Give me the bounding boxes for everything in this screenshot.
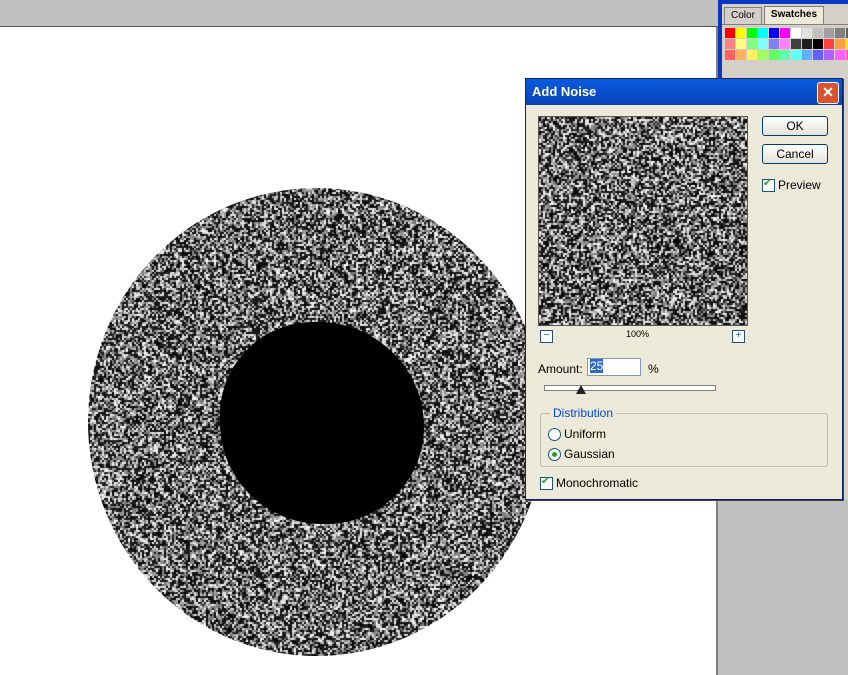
add-noise-dialog: Add Noise ✕ − 100% + OK Cancel Preview A…	[525, 78, 843, 500]
preview-checkbox[interactable]: Preview	[762, 178, 821, 192]
color-swatch[interactable]	[802, 50, 812, 60]
amount-value: 25	[590, 359, 603, 373]
color-swatch[interactable]	[813, 28, 823, 38]
distribution-title: Distribution	[550, 406, 616, 420]
color-swatch[interactable]	[824, 50, 834, 60]
color-swatch[interactable]	[824, 28, 834, 38]
amount-unit: %	[648, 362, 659, 376]
color-swatch[interactable]	[780, 28, 790, 38]
color-swatch[interactable]	[824, 39, 834, 49]
color-swatch[interactable]	[835, 50, 845, 60]
gaussian-radio-button[interactable]	[548, 448, 561, 461]
ok-button[interactable]: OK	[762, 116, 828, 136]
color-swatch[interactable]	[769, 39, 779, 49]
monochromatic-checkbox-box[interactable]	[540, 477, 553, 490]
uniform-label: Uniform	[564, 427, 606, 441]
color-swatch[interactable]	[835, 28, 845, 38]
color-swatch[interactable]	[758, 39, 768, 49]
zoom-out-button[interactable]: −	[540, 330, 553, 343]
dialog-title: Add Noise	[532, 84, 596, 99]
amount-slider-thumb[interactable]	[576, 385, 586, 394]
uniform-radio-button[interactable]	[548, 428, 561, 441]
color-swatch[interactable]	[813, 39, 823, 49]
amount-input[interactable]: 25	[587, 358, 641, 376]
tab-color[interactable]: Color	[724, 7, 762, 24]
color-swatch[interactable]	[747, 50, 757, 60]
color-swatch[interactable]	[791, 39, 801, 49]
close-icon[interactable]: ✕	[817, 82, 839, 104]
monochromatic-label: Monochromatic	[556, 476, 638, 490]
monochromatic-checkbox[interactable]: Monochromatic	[540, 476, 638, 490]
color-swatch[interactable]	[791, 28, 801, 38]
color-swatch[interactable]	[813, 50, 823, 60]
color-swatch[interactable]	[725, 28, 735, 38]
color-swatch[interactable]	[802, 28, 812, 38]
color-swatch[interactable]	[835, 39, 845, 49]
color-swatch[interactable]	[769, 50, 779, 60]
filter-preview[interactable]	[538, 116, 748, 326]
color-swatch[interactable]	[725, 39, 735, 49]
color-swatch[interactable]	[780, 39, 790, 49]
gaussian-label: Gaussian	[564, 447, 615, 461]
color-swatch[interactable]	[758, 28, 768, 38]
color-swatch[interactable]	[736, 39, 746, 49]
amount-label: Amount:	[538, 362, 583, 376]
cancel-button[interactable]: Cancel	[762, 144, 828, 164]
color-swatch[interactable]	[725, 50, 735, 60]
preview-label: Preview	[778, 178, 821, 192]
color-swatch[interactable]	[769, 28, 779, 38]
preview-checkbox-box[interactable]	[762, 179, 775, 192]
uniform-radio[interactable]: Uniform	[548, 427, 606, 441]
dialog-titlebar[interactable]: Add Noise ✕	[526, 79, 842, 105]
color-swatch[interactable]	[747, 28, 757, 38]
color-swatch[interactable]	[758, 50, 768, 60]
color-swatch[interactable]	[780, 50, 790, 60]
color-swatch[interactable]	[736, 28, 746, 38]
color-swatch[interactable]	[791, 50, 801, 60]
tab-swatches[interactable]: Swatches	[764, 6, 824, 24]
amount-slider-track[interactable]	[544, 385, 716, 391]
zoom-in-button[interactable]: +	[732, 330, 745, 343]
swatch-grid	[725, 28, 848, 60]
gaussian-radio[interactable]: Gaussian	[548, 447, 615, 461]
palette-tab-bar: Color Swatches	[722, 4, 848, 25]
black-center-shape	[220, 322, 424, 524]
color-swatch[interactable]	[736, 50, 746, 60]
color-swatch[interactable]	[802, 39, 812, 49]
zoom-level: 100%	[626, 329, 649, 339]
color-swatch[interactable]	[747, 39, 757, 49]
